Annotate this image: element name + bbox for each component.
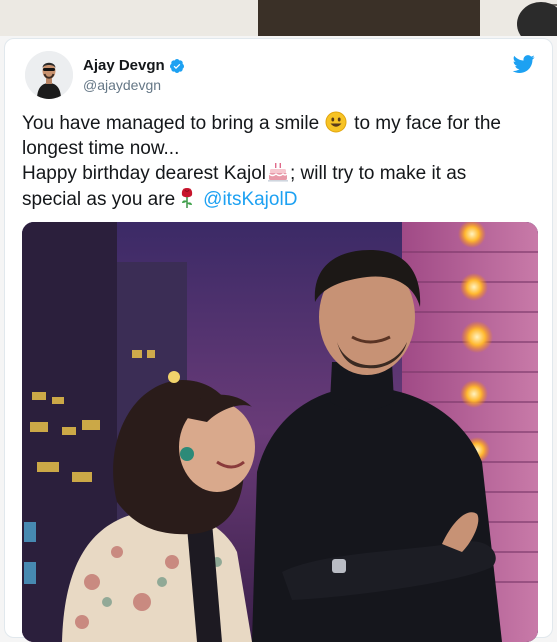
tweet-line-2: longest time now... [22,137,180,159]
background-photo-strip [0,0,557,36]
background-frame [258,0,557,36]
tweet-text: You have managed to bring a smile to my f… [22,111,542,212]
birthday-cake-icon [267,163,288,182]
tweet-photo-image [22,222,538,642]
tweet-line-4: special as you are @itsKajolD [22,187,298,210]
background-person [517,2,557,36]
author-name[interactable]: Ajay Devgn [83,57,165,74]
smiley-icon [325,111,347,133]
tweet-photo[interactable] [22,222,538,642]
verified-badge-icon [169,58,184,73]
author-handle[interactable]: @ajaydevgn [83,77,161,93]
tweet-line-1: You have managed to bring a smile to my f… [22,111,501,134]
avatar[interactable] [25,51,73,99]
tweet-card[interactable]: Ajay Devgn @ajaydevgn You have managed t… [4,38,553,642]
rose-icon [182,187,193,208]
mention-link[interactable]: @itsKajolD [203,189,297,210]
twitter-bird-icon[interactable] [512,53,536,75]
author-row: Ajay Devgn [83,57,185,74]
tweet-line-3: Happy birthday dearest Kajol; will try t… [22,163,467,184]
